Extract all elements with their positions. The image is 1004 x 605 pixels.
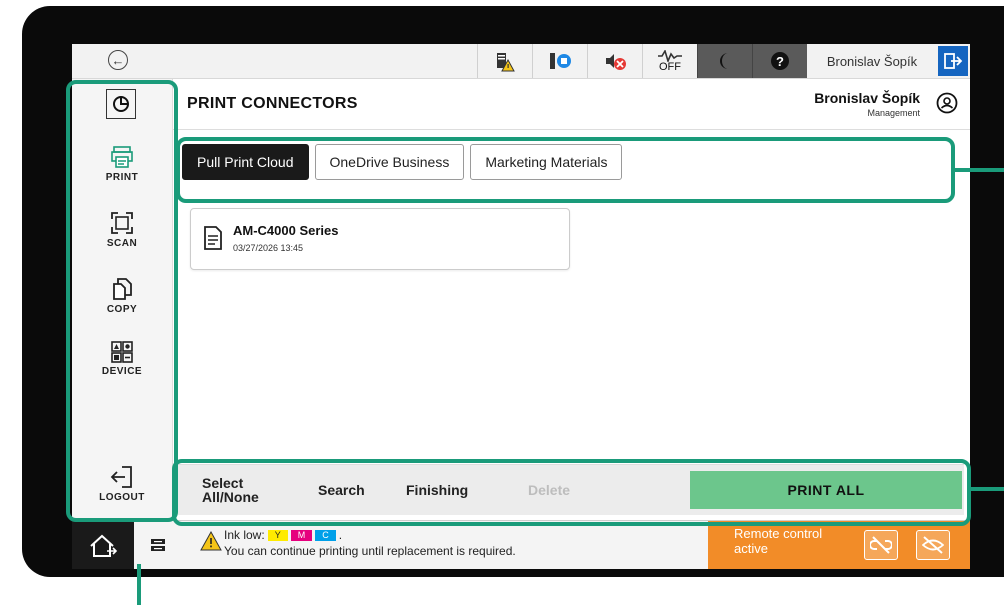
back-arrow-icon[interactable]: ← <box>108 50 128 70</box>
ink-low-label: Ink low: <box>224 528 265 542</box>
ink-chip-yellow: Y <box>267 529 288 541</box>
eco-off-icon[interactable]: OFF <box>642 44 697 78</box>
tab-pull-print-cloud[interactable]: Pull Print Cloud <box>182 144 309 180</box>
printer-panel-screen: ← OFF ? Bronislav Šopík PRINT SCAN COPY … <box>72 44 970 569</box>
search-button[interactable]: Search <box>318 465 365 515</box>
select-all-line2: All/None <box>202 489 259 505</box>
remote-control-text: Remote control active <box>734 526 823 556</box>
scan-icon <box>111 212 133 234</box>
eco-off-label: OFF <box>659 60 681 73</box>
select-all-button[interactable]: Select All/None <box>202 465 259 515</box>
logout-icon <box>110 466 132 488</box>
job-date: 03/27/2026 13:45 <box>233 243 304 253</box>
tab-onedrive-business[interactable]: OneDrive Business <box>314 144 465 180</box>
nav-copy-label: COPY <box>106 304 138 315</box>
ink-chip-magenta: M <box>290 529 313 541</box>
sound-muted-icon[interactable] <box>587 44 642 78</box>
nav-device-label: DEVICE <box>101 366 143 377</box>
top-status-bar: ← OFF ? Bronislav Šopík <box>72 44 970 79</box>
callout-home-leader <box>137 564 141 605</box>
header-user-name: Bronislav Šopík <box>814 90 920 106</box>
copy-icon <box>113 278 132 300</box>
delete-button[interactable]: Delete <box>528 465 570 515</box>
nav-item-device[interactable]: DEVICE <box>72 341 172 377</box>
ink-chip-cyan: C <box>315 529 336 541</box>
ink-low-line: Ink low: Y M C . <box>224 528 342 542</box>
user-avatar-icon[interactable] <box>936 92 958 114</box>
help-icon[interactable]: ? <box>752 44 807 78</box>
warning-icon <box>200 531 222 551</box>
page-title: PRINT CONNECTORS <box>187 95 358 112</box>
header-user-role: Management <box>867 108 920 118</box>
device-icon <box>111 341 133 363</box>
job-queue-icon <box>151 539 165 551</box>
app-logo-icon <box>106 89 136 119</box>
toner-warning-icon[interactable] <box>477 44 532 78</box>
print-job-card[interactable]: AM-C4000 Series 03/27/2026 13:45 <box>190 208 570 270</box>
hide-view-button[interactable] <box>916 530 950 560</box>
status-message: You can continue printing until replacem… <box>224 544 516 558</box>
document-icon <box>204 226 222 250</box>
nav-scan-label: SCAN <box>106 238 138 249</box>
print-all-button[interactable]: PRINT ALL <box>690 471 962 509</box>
eye-off-icon <box>922 536 944 554</box>
nav-item-scan[interactable]: SCAN <box>72 211 172 249</box>
exit-icon[interactable] <box>938 46 968 76</box>
unlink-icon <box>870 536 892 554</box>
ink-status-icon[interactable] <box>532 44 587 78</box>
callout-actions-leader <box>971 487 1004 491</box>
job-title: AM-C4000 Series <box>233 223 339 238</box>
home-button[interactable] <box>72 521 134 569</box>
nav-item-logout[interactable]: LOGOUT <box>72 465 172 503</box>
ink-period: . <box>338 528 343 542</box>
tab-marketing-materials[interactable]: Marketing Materials <box>470 144 623 180</box>
nav-print-label: PRINT <box>105 172 139 183</box>
connector-tabs: Pull Print Cloud OneDrive Business Marke… <box>182 144 623 180</box>
current-user-chip[interactable]: Bronislav Šopík <box>812 44 932 78</box>
finishing-button[interactable]: Finishing <box>406 465 468 515</box>
page-header: PRINT CONNECTORS Bronislav Šopík Managem… <box>173 79 970 130</box>
left-nav: PRINT SCAN COPY DEVICE LOGOUT <box>72 79 173 519</box>
nav-item-print[interactable]: PRINT <box>72 145 172 183</box>
sleep-mode-icon[interactable] <box>697 44 752 78</box>
nav-item-copy[interactable]: COPY <box>72 277 172 315</box>
bottom-action-bar: Select All/None Search Finishing Delete … <box>178 464 964 515</box>
select-all-line1: Select <box>202 475 244 491</box>
print-icon <box>111 146 133 168</box>
svg-text:?: ? <box>776 54 784 69</box>
home-icon <box>90 534 118 557</box>
bottom-status-bar: Ink low: Y M C . You can continue printi… <box>72 520 970 569</box>
disconnect-remote-button[interactable] <box>864 530 898 560</box>
nav-logout-label: LOGOUT <box>99 492 145 503</box>
job-queue-button[interactable] <box>146 533 170 557</box>
remote-control-panel: Remote control active <box>708 521 970 569</box>
callout-tabs-leader <box>955 168 1004 172</box>
